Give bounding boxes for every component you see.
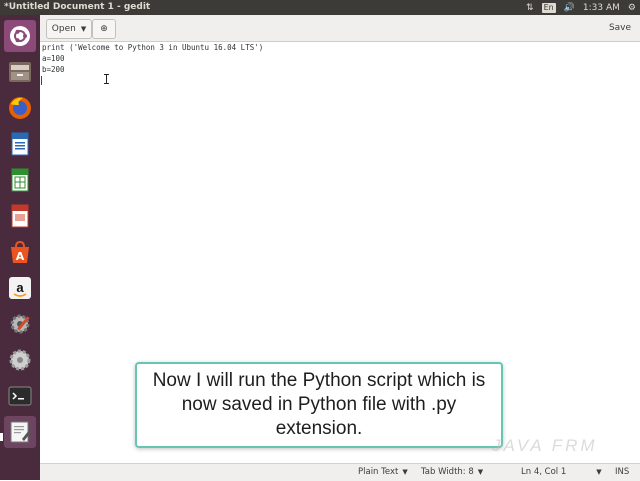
tutorial-caption: Now I will run the Python script which i… — [135, 362, 503, 448]
code-line-1: print ('Welcome to Python 3 in Ubuntu 16… — [42, 43, 264, 52]
header-bar: Open ▼ ⊕ Save — [40, 15, 640, 42]
new-document-icon: ⊕ — [100, 24, 108, 34]
keyboard-language-indicator[interactable]: En — [541, 2, 556, 13]
cursor-position[interactable]: Ln 4, Col 1 ▼ — [521, 467, 602, 477]
svg-text:a: a — [16, 280, 24, 295]
chevron-down-icon: ▼ — [596, 468, 602, 476]
system-tray: ⇅ En 🔊 1:33 AM ⚙ — [526, 1, 636, 14]
files-icon[interactable] — [4, 56, 36, 88]
settings-icon[interactable]: ⚙ — [628, 3, 636, 13]
cursor-position-label: Ln 4, Col 1 — [521, 467, 567, 477]
code-line-2: a=100 — [42, 54, 65, 63]
language-label: Plain Text — [358, 467, 399, 477]
clock[interactable]: 1:33 AM — [583, 3, 620, 13]
tab-width-selector[interactable]: Tab Width: 8 ▼ — [421, 467, 483, 477]
code-line-3: b=200 — [42, 65, 65, 74]
amazon-icon[interactable]: a — [4, 272, 36, 304]
volume-icon[interactable]: 🔊 — [564, 3, 575, 13]
active-app-indicator — [0, 433, 3, 441]
open-button-label: Open — [51, 24, 76, 34]
software-updater-icon[interactable] — [4, 344, 36, 376]
terminal-icon[interactable] — [4, 380, 36, 412]
open-button[interactable]: Open ▼ — [46, 19, 92, 39]
ubuntu-software-icon[interactable]: A — [4, 236, 36, 268]
ibeam-cursor-icon — [104, 74, 109, 84]
insert-mode-indicator: INS — [615, 467, 630, 477]
chevron-down-icon: ▼ — [402, 468, 408, 476]
firefox-icon[interactable] — [4, 92, 36, 124]
watermark: JAVA FRM — [492, 436, 598, 455]
tab-width-label: Tab Width: 8 — [421, 467, 474, 477]
top-panel: *Untitled Document 1 - gedit ⇅ En 🔊 1:33… — [0, 0, 640, 15]
chevron-down-icon: ▼ — [477, 468, 484, 476]
save-button[interactable]: Save — [606, 19, 634, 37]
chevron-down-icon: ▼ — [80, 25, 87, 33]
system-settings-icon[interactable] — [4, 308, 36, 340]
new-document-button[interactable]: ⊕ — [92, 19, 116, 39]
network-icon[interactable]: ⇅ — [526, 3, 534, 13]
svg-text:A: A — [16, 250, 25, 263]
language-selector[interactable]: Plain Text ▼ — [358, 467, 408, 477]
libreoffice-impress-icon[interactable] — [4, 200, 36, 232]
ubuntu-dash-icon[interactable] — [4, 20, 36, 52]
window-title: *Untitled Document 1 - gedit — [4, 2, 151, 12]
libreoffice-calc-icon[interactable] — [4, 164, 36, 196]
libreoffice-writer-icon[interactable] — [4, 128, 36, 160]
caption-text: Now I will run the Python script which i… — [152, 370, 486, 439]
launcher: A a — [0, 15, 40, 480]
text-caret — [41, 76, 42, 85]
text-editor-icon[interactable] — [4, 416, 36, 448]
status-bar: Plain Text ▼ Tab Width: 8 ▼ Ln 4, Col 1 ▼ I… — [40, 463, 640, 481]
